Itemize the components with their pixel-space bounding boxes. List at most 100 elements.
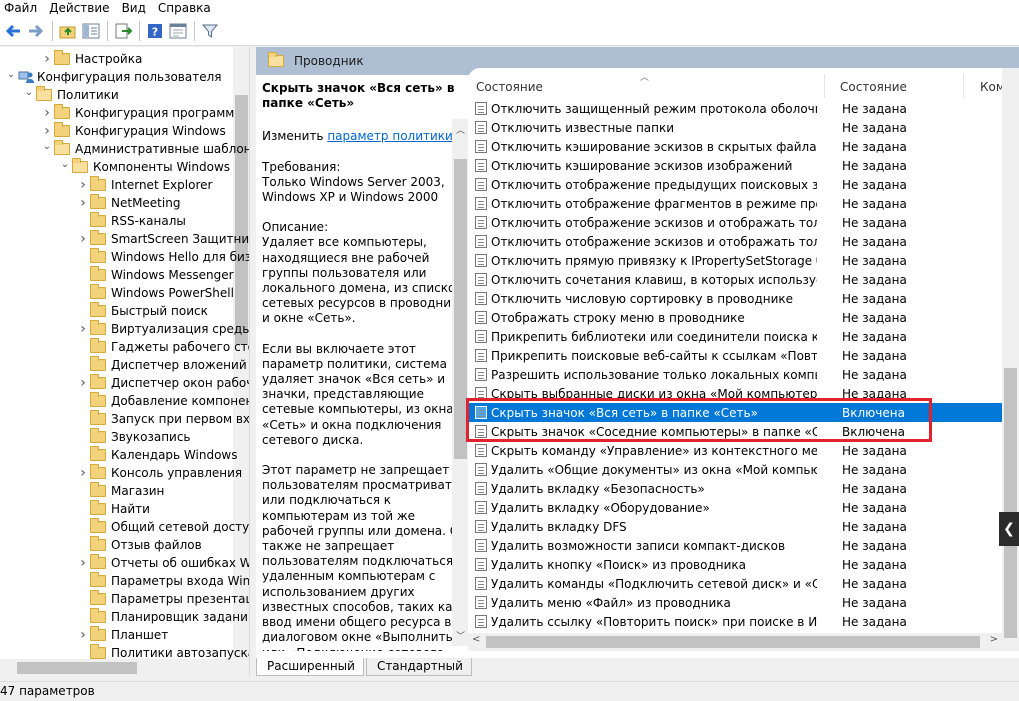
tree-item[interactable]: › Конфигурация Windows (40, 122, 226, 140)
tree-item[interactable]: › Виртуализация среды (76, 320, 249, 338)
policy-row[interactable]: Удалить возможности записи компакт-диско… (468, 536, 1002, 555)
scroll-right-icon[interactable]: > (990, 634, 998, 645)
list-horizontal-scrollbar[interactable]: < > (468, 633, 1002, 651)
policy-row[interactable]: Прикрепить библиотеки или соединители по… (468, 327, 1002, 346)
policy-row[interactable]: Удалить меню «Файл» из проводника Не зада… (468, 593, 1002, 612)
tree-item[interactable]: Быстрый поиск (76, 302, 208, 320)
expand-down-icon[interactable]: ⌄ (58, 159, 72, 170)
tree-item[interactable]: Календарь Windows (76, 446, 238, 464)
tree-item[interactable]: Найти (76, 500, 150, 518)
policy-row[interactable]: Удалить ссылку «Повторить поиск» при пои… (468, 612, 1002, 631)
back-icon[interactable] (2, 20, 24, 42)
policy-row[interactable]: Удалить кнопку «Поиск» из проводника Не з… (468, 555, 1002, 574)
policy-row[interactable]: Скрыть команду «Управление» из контекстн… (468, 441, 1002, 460)
expand-right-icon[interactable]: › (76, 177, 90, 193)
scroll-up-icon[interactable]: ︿ (456, 123, 465, 136)
up-folder-icon[interactable] (57, 20, 79, 42)
policy-row[interactable]: Отключить кэширование эскизов в скрытых … (468, 137, 1002, 156)
policy-row[interactable]: Удалить команды «Подключить сетевой диск… (468, 574, 1002, 593)
tree-item[interactable]: ⌄ Конфигурация пользователя (4, 68, 222, 86)
show-hide-tree-icon[interactable] (80, 20, 102, 42)
policy-list[interactable]: ︿ Состояние Состояние Комм Отключить защ… (468, 68, 1019, 651)
policy-row[interactable]: Отключить отображение фрагментов в режим… (468, 194, 1002, 213)
expand-right-icon[interactable]: › (76, 465, 90, 481)
expand-right-icon[interactable]: › (76, 627, 90, 643)
tree-item[interactable]: Добавление компонентов (76, 392, 249, 410)
policy-row[interactable]: Отображать строку меню в проводнике Не за… (468, 308, 1002, 327)
forward-icon[interactable] (25, 20, 47, 42)
tree-item[interactable]: Windows PowerShell (76, 284, 234, 302)
tree-item[interactable]: Магазин (76, 482, 164, 500)
policy-row[interactable]: Удалить вкладку «Оборудование» Не задана (468, 498, 1002, 517)
expand-right-icon[interactable]: › (76, 195, 90, 211)
tree-item[interactable]: › Конфигурация программ (40, 104, 234, 122)
scroll-left-icon[interactable]: < (472, 634, 480, 645)
tree-item[interactable]: › Internet Explorer (76, 176, 212, 194)
tree-item[interactable]: Windows Hello для бизнеса (76, 248, 249, 266)
menu-help[interactable]: Справка (152, 1, 217, 16)
collapse-panel-icon[interactable]: ❮ (999, 512, 1019, 546)
policy-row[interactable]: Удалить вкладку «Безопасность» Не задана (468, 479, 1002, 498)
column-header-name[interactable]: Состояние (476, 80, 543, 94)
description-scrollbar[interactable]: ︿ ﹀ (452, 119, 469, 646)
policy-row[interactable]: Отключить защищенный режим протокола обо… (468, 99, 1002, 118)
policy-row[interactable]: Разрешить использование только локальных… (468, 365, 1002, 384)
tree-item[interactable]: › Консоль управления (76, 464, 242, 482)
policy-row[interactable]: Прикрепить поисковые веб-сайты к ссылкам… (468, 346, 1002, 365)
expand-right-icon[interactable]: › (76, 321, 90, 337)
policy-row[interactable]: Удалить вкладку DFS Не задана (468, 517, 1002, 536)
export-list-icon[interactable] (112, 20, 134, 42)
tree-item[interactable]: ⌄ Административные шаблоны (40, 140, 249, 158)
tree-item[interactable]: › Планшет (76, 626, 168, 644)
policy-row[interactable]: Отключить кэширование эскизов изображени… (468, 156, 1002, 175)
column-header-status[interactable]: Состояние (840, 80, 907, 94)
menu-file[interactable]: Файл (0, 1, 43, 16)
tree-item[interactable]: Гаджеты рабочего стола (76, 338, 249, 356)
expand-right-icon[interactable]: › (40, 51, 54, 67)
column-divider[interactable] (963, 74, 964, 98)
scroll-thumb[interactable] (486, 636, 980, 648)
scroll-thumb[interactable] (235, 95, 248, 345)
scroll-thumb[interactable] (1004, 368, 1017, 638)
expand-right-icon[interactable]: › (40, 123, 54, 139)
tree-item[interactable]: › NetMeeting (76, 194, 180, 212)
filter-icon[interactable] (199, 20, 221, 42)
tab-extended[interactable]: Расширенный (256, 658, 364, 676)
tree-item[interactable]: Параметры презентации (76, 590, 249, 608)
tree-item[interactable]: › Диспетчер окон рабочего (76, 374, 249, 392)
policy-row[interactable]: Отключить сочетания клавиш, в которых ис… (468, 270, 1002, 289)
policy-row[interactable]: Отключить отображение эскизов и отобража… (468, 213, 1002, 232)
tree-item[interactable]: Отзыв файлов (76, 536, 202, 554)
console-tree[interactable]: › Настройка ⌄ Конфигурация пользователя ⌄ Пол… (0, 47, 250, 677)
tree-item[interactable]: › Отчеты об ошибках Windows (76, 554, 249, 572)
tab-standard[interactable]: Стандартный (365, 658, 472, 676)
policy-row[interactable]: Удалить «Общие документы» из окна «Мой к… (468, 460, 1002, 479)
expand-right-icon[interactable]: › (76, 375, 90, 391)
menu-action[interactable]: Действие (43, 1, 115, 16)
policy-row[interactable]: Отключить числовую сортировку в проводни… (468, 289, 1002, 308)
tree-item[interactable]: Политики автозапуска (76, 644, 249, 662)
tree-item[interactable]: RSS-каналы (76, 212, 186, 230)
tree-item[interactable]: Планировщик заданий (76, 608, 249, 626)
help-icon[interactable]: ? (144, 20, 166, 42)
policy-row[interactable]: Отключить отображение эскизов и отобража… (468, 232, 1002, 251)
tree-item[interactable]: ⌄ Компоненты Windows (58, 158, 230, 176)
menu-view[interactable]: Вид (116, 1, 152, 16)
expand-right-icon[interactable]: › (76, 555, 90, 571)
tree-item[interactable]: › SmartScreen Защитника (76, 230, 249, 248)
list-vertical-scrollbar[interactable] (1002, 68, 1019, 651)
expand-right-icon[interactable]: › (40, 105, 54, 121)
properties-icon[interactable] (167, 20, 189, 42)
column-divider[interactable] (824, 74, 825, 98)
expand-down-icon[interactable]: ⌄ (22, 87, 36, 98)
tree-item[interactable]: Запуск при первом входе (76, 410, 249, 428)
scroll-down-icon[interactable]: ﹀ (456, 629, 465, 642)
scroll-thumb[interactable] (17, 662, 137, 674)
tree-item[interactable]: Звукозапись (76, 428, 191, 446)
policy-row[interactable]: Отключить прямую привязку к IPropertySet… (468, 251, 1002, 270)
tree-item[interactable]: Диспетчер вложений (76, 356, 247, 374)
tree-item[interactable]: Общий сетевой доступ (76, 518, 249, 536)
tree-item[interactable]: Windows Messenger (76, 266, 234, 284)
policy-row[interactable]: Отключить отображение предыдущих поисков… (468, 175, 1002, 194)
tree-item[interactable]: ⌄ Политики (22, 86, 119, 104)
